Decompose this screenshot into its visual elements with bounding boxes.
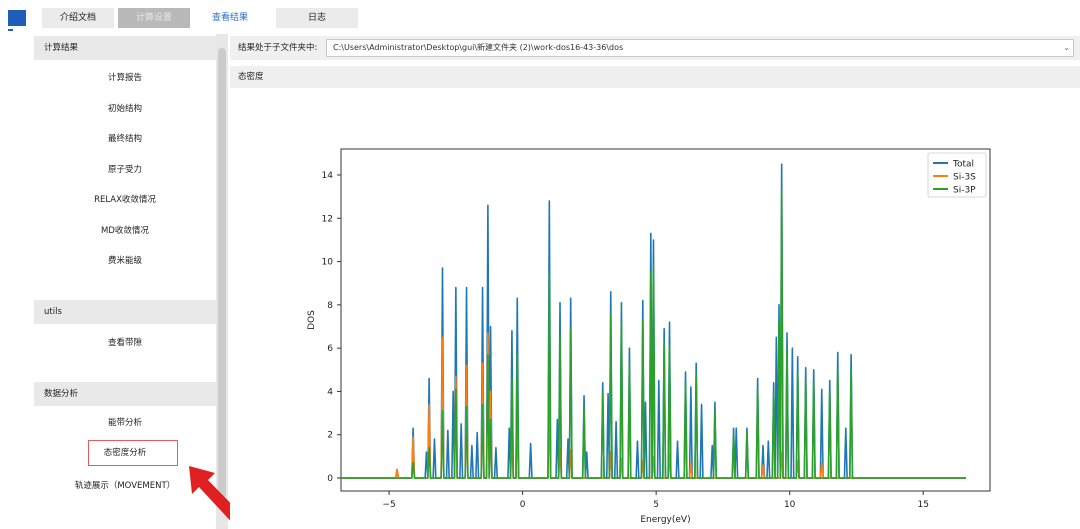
sidebar-item-final-structure[interactable]: 最终结构 [34,128,216,150]
sidebar-item-calc-report[interactable]: 计算报告 [34,67,216,89]
result-path-combobox[interactable]: C:\Users\Administrator\Desktop\gui\新建文件夹… [326,39,1074,57]
top-tab-bar: 介绍文档 计算设置 查看结果 日志 [42,8,358,28]
x-tick-label: 15 [918,500,929,510]
app-logo-accent [8,29,13,31]
y-tick-label: 14 [322,171,334,181]
result-path-value: C:\Users\Administrator\Desktop\gui\新建文件夹… [333,43,624,52]
x-tick-label: 10 [784,500,796,510]
tab-log[interactable]: 日志 [276,8,358,28]
sidebar-scrollbar-thumb[interactable] [218,48,226,498]
y-tick-label: 2 [327,431,333,441]
panel-title: 态密度 [230,66,1080,88]
sidebar-item-band-analysis[interactable]: 能带分析 [34,412,216,434]
sidebar-item-relax-convergence[interactable]: RELAX收敛情况 [34,189,216,211]
y-axis-label: DOS [307,310,317,330]
tab-intro-docs[interactable]: 介绍文档 [42,8,114,28]
tab-calc-settings[interactable]: 计算设置 [118,8,190,28]
x-tick-label: 5 [653,500,659,510]
app-logo [8,10,26,26]
section-header-data-analysis: 数据分析 [34,382,216,406]
y-tick-label: 12 [322,214,333,224]
y-tick-label: 4 [327,387,333,397]
sidebar-item-fermi-level[interactable]: 费米能级 [34,250,216,272]
y-tick-label: 8 [327,301,333,311]
y-tick-label: 0 [327,474,333,484]
sidebar-item-md-convergence[interactable]: MD收敛情况 [34,220,216,242]
y-tick-label: 10 [322,258,334,268]
path-label: 结果处于子文件夹中: [238,43,318,53]
sidebar-item-atomic-forces[interactable]: 原子受力 [34,159,216,181]
legend-entry: Si-3P [953,186,976,196]
x-tick-label: 0 [520,500,526,510]
sidebar-item-view-bandgap[interactable]: 查看带隙 [34,332,216,354]
y-tick-label: 6 [327,344,333,354]
section-header-utils: utils [34,300,216,324]
legend-entry: Si-3S [953,173,976,183]
tab-view-results[interactable]: 查看结果 [194,8,266,28]
section-header-calc-results: 计算结果 [34,36,216,60]
chevron-down-icon[interactable]: ⌄ [1063,40,1070,56]
x-tick-label: −5 [382,500,395,510]
selected-item-highlight-box [88,440,178,466]
sidebar-item-initial-structure[interactable]: 初始结构 [34,98,216,120]
x-axis-label: Energy(eV) [640,515,690,525]
dos-chart: −5 0 5 10 15 0 2 4 6 8 10 12 14 Energy(eV) DOS Total Si-… [307,148,991,525]
legend-entry: Total [952,160,974,170]
